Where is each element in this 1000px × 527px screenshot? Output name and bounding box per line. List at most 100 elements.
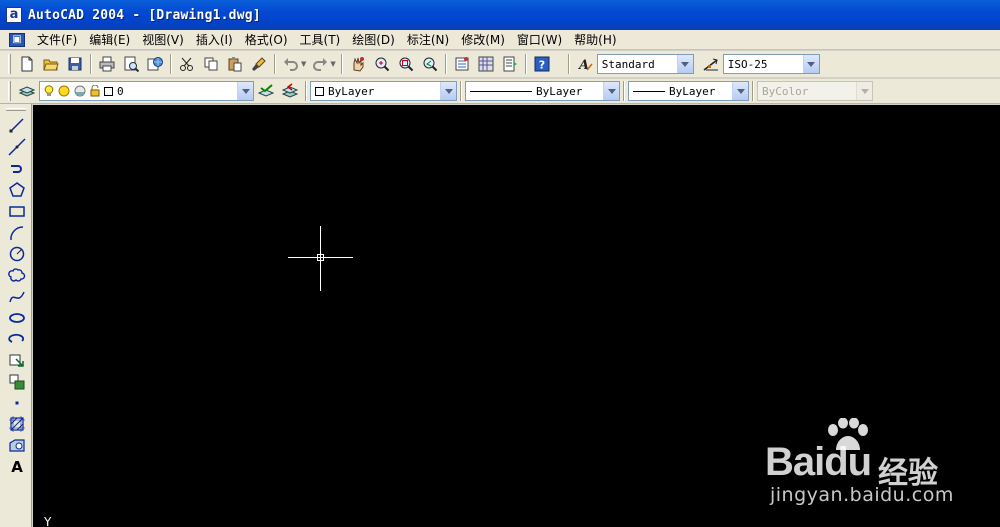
region-icon <box>9 439 25 452</box>
menu-insert[interactable]: 插入(I) <box>190 31 239 48</box>
circle-icon <box>9 246 25 262</box>
line-tool-button[interactable] <box>7 115 27 135</box>
ellipse-tool-button[interactable] <box>7 308 27 328</box>
menu-view[interactable]: 视图(V) <box>136 31 190 48</box>
zoom-realtime-icon <box>375 57 389 72</box>
toolbar-separator <box>170 54 172 74</box>
layer-previous-button[interactable] <box>279 80 301 102</box>
point-tool-button[interactable] <box>7 393 27 413</box>
chevron-down-icon[interactable] <box>802 55 819 73</box>
point-icon <box>15 401 19 405</box>
arc-tool-button[interactable] <box>7 223 27 243</box>
chevron-down-icon <box>856 82 872 100</box>
undo-dropdown-icon[interactable]: ▼ <box>301 60 306 68</box>
toolbar-separator <box>340 54 343 74</box>
save-button[interactable] <box>64 53 86 75</box>
linetype-control-value: ByLayer <box>466 85 603 98</box>
menu-help[interactable]: 帮助(H) <box>568 31 622 48</box>
menu-modify[interactable]: 修改(M) <box>455 31 511 48</box>
design-center-button[interactable] <box>475 53 497 75</box>
document-system-icon[interactable]: ▣ <box>9 32 25 47</box>
region-tool-button[interactable] <box>7 436 27 456</box>
revision-cloud-tool-button[interactable] <box>7 265 27 285</box>
scissors-icon <box>180 57 193 71</box>
circle-tool-button[interactable] <box>7 244 27 264</box>
pan-realtime-button[interactable] <box>347 53 369 75</box>
redo-button[interactable] <box>309 53 331 75</box>
multiline-text-tool-button[interactable]: A <box>7 457 27 477</box>
menu-draw[interactable]: 绘图(D) <box>346 31 401 48</box>
menu-file[interactable]: 文件(F) <box>31 31 83 48</box>
open-button[interactable] <box>40 53 62 75</box>
menu-tools[interactable]: 工具(T) <box>294 31 347 48</box>
lineweight-sample-line <box>633 90 665 92</box>
text-style-select[interactable]: Standard <box>596 54 694 74</box>
standard-toolbar: ▼ ▼ ? A Standard ISO-25 <box>0 51 1000 78</box>
hatch-tool-button[interactable] <box>7 414 27 434</box>
menu-dimension[interactable]: 标注(N) <box>401 31 455 48</box>
text-style-button[interactable]: A <box>574 53 596 75</box>
dimension-style-select[interactable]: ISO-25 <box>722 54 820 74</box>
insert-block-tool-button[interactable] <box>7 350 27 370</box>
line-icon <box>9 118 24 133</box>
lock-unlocked-icon <box>90 85 100 97</box>
plot-style-value: ByColor <box>762 84 809 98</box>
toolbar-separator <box>752 81 754 101</box>
make-block-tool-button[interactable] <box>7 372 27 392</box>
tool-palettes-button[interactable] <box>499 53 521 75</box>
toolbar-separator <box>305 81 307 101</box>
publish-button[interactable] <box>144 53 166 75</box>
layer-manager-button[interactable] <box>16 80 38 102</box>
match-properties-button[interactable] <box>248 53 270 75</box>
tool-palettes-icon <box>503 56 517 72</box>
menu-edit[interactable]: 编辑(E) <box>83 31 136 48</box>
polygon-tool-button[interactable] <box>7 180 27 200</box>
linetype-control-select[interactable]: ByLayer <box>465 81 620 101</box>
copy-button[interactable] <box>200 53 222 75</box>
rectangle-tool-button[interactable] <box>7 201 27 221</box>
svg-text:?: ? <box>539 59 545 72</box>
drawing-canvas[interactable]: Y Baidu 经验 jingyan.baidu.com <box>33 105 1000 527</box>
chevron-down-icon[interactable] <box>603 82 619 100</box>
toolbar-separator <box>567 54 570 74</box>
undo-button[interactable] <box>280 53 302 75</box>
properties-button[interactable] <box>451 53 473 75</box>
menu-window[interactable]: 窗口(W) <box>511 31 568 48</box>
paste-button[interactable] <box>224 53 246 75</box>
toolbar-grip[interactable] <box>8 54 11 74</box>
plot-button[interactable] <box>96 53 118 75</box>
dimension-style-button[interactable] <box>700 53 722 75</box>
lightbulb-on-icon <box>44 85 54 96</box>
chevron-down-icon[interactable] <box>440 82 456 100</box>
zoom-realtime-button[interactable] <box>371 53 393 75</box>
color-control-select[interactable]: ByLayer <box>310 81 457 101</box>
chevron-down-icon[interactable] <box>237 82 253 100</box>
polyline-tool-button[interactable] <box>7 159 27 179</box>
menu-format[interactable]: 格式(O) <box>239 31 294 48</box>
redo-dropdown-icon[interactable]: ▼ <box>330 60 335 68</box>
spline-icon <box>9 291 25 303</box>
baidu-text: Bai <box>765 440 825 484</box>
new-button[interactable] <box>16 53 38 75</box>
rectangle-icon <box>9 206 25 217</box>
lineweight-control-select[interactable]: ByLayer <box>628 81 749 101</box>
help-button[interactable]: ? <box>531 53 553 75</box>
ellipse-arc-tool-button[interactable] <box>7 329 27 349</box>
cut-button[interactable] <box>176 53 198 75</box>
chevron-down-icon[interactable] <box>732 82 748 100</box>
zoom-window-button[interactable] <box>395 53 417 75</box>
toolbar-grip[interactable] <box>8 81 11 101</box>
layers-stack-icon <box>19 86 35 97</box>
spline-tool-button[interactable] <box>7 287 27 307</box>
layer-select[interactable]: 0 <box>39 81 254 101</box>
zoom-previous-button[interactable] <box>419 53 441 75</box>
viewport-freeze-icon <box>74 85 86 97</box>
chevron-down-icon[interactable] <box>676 55 693 73</box>
toolbar-grip[interactable] <box>6 108 26 111</box>
paste-clipboard-icon <box>228 57 242 72</box>
plot-preview-button[interactable] <box>120 53 142 75</box>
construction-line-tool-button[interactable] <box>7 137 27 157</box>
make-block-icon <box>9 374 25 390</box>
autocad-app-icon[interactable]: a <box>6 7 22 23</box>
make-object-layer-current-button[interactable] <box>255 80 277 102</box>
